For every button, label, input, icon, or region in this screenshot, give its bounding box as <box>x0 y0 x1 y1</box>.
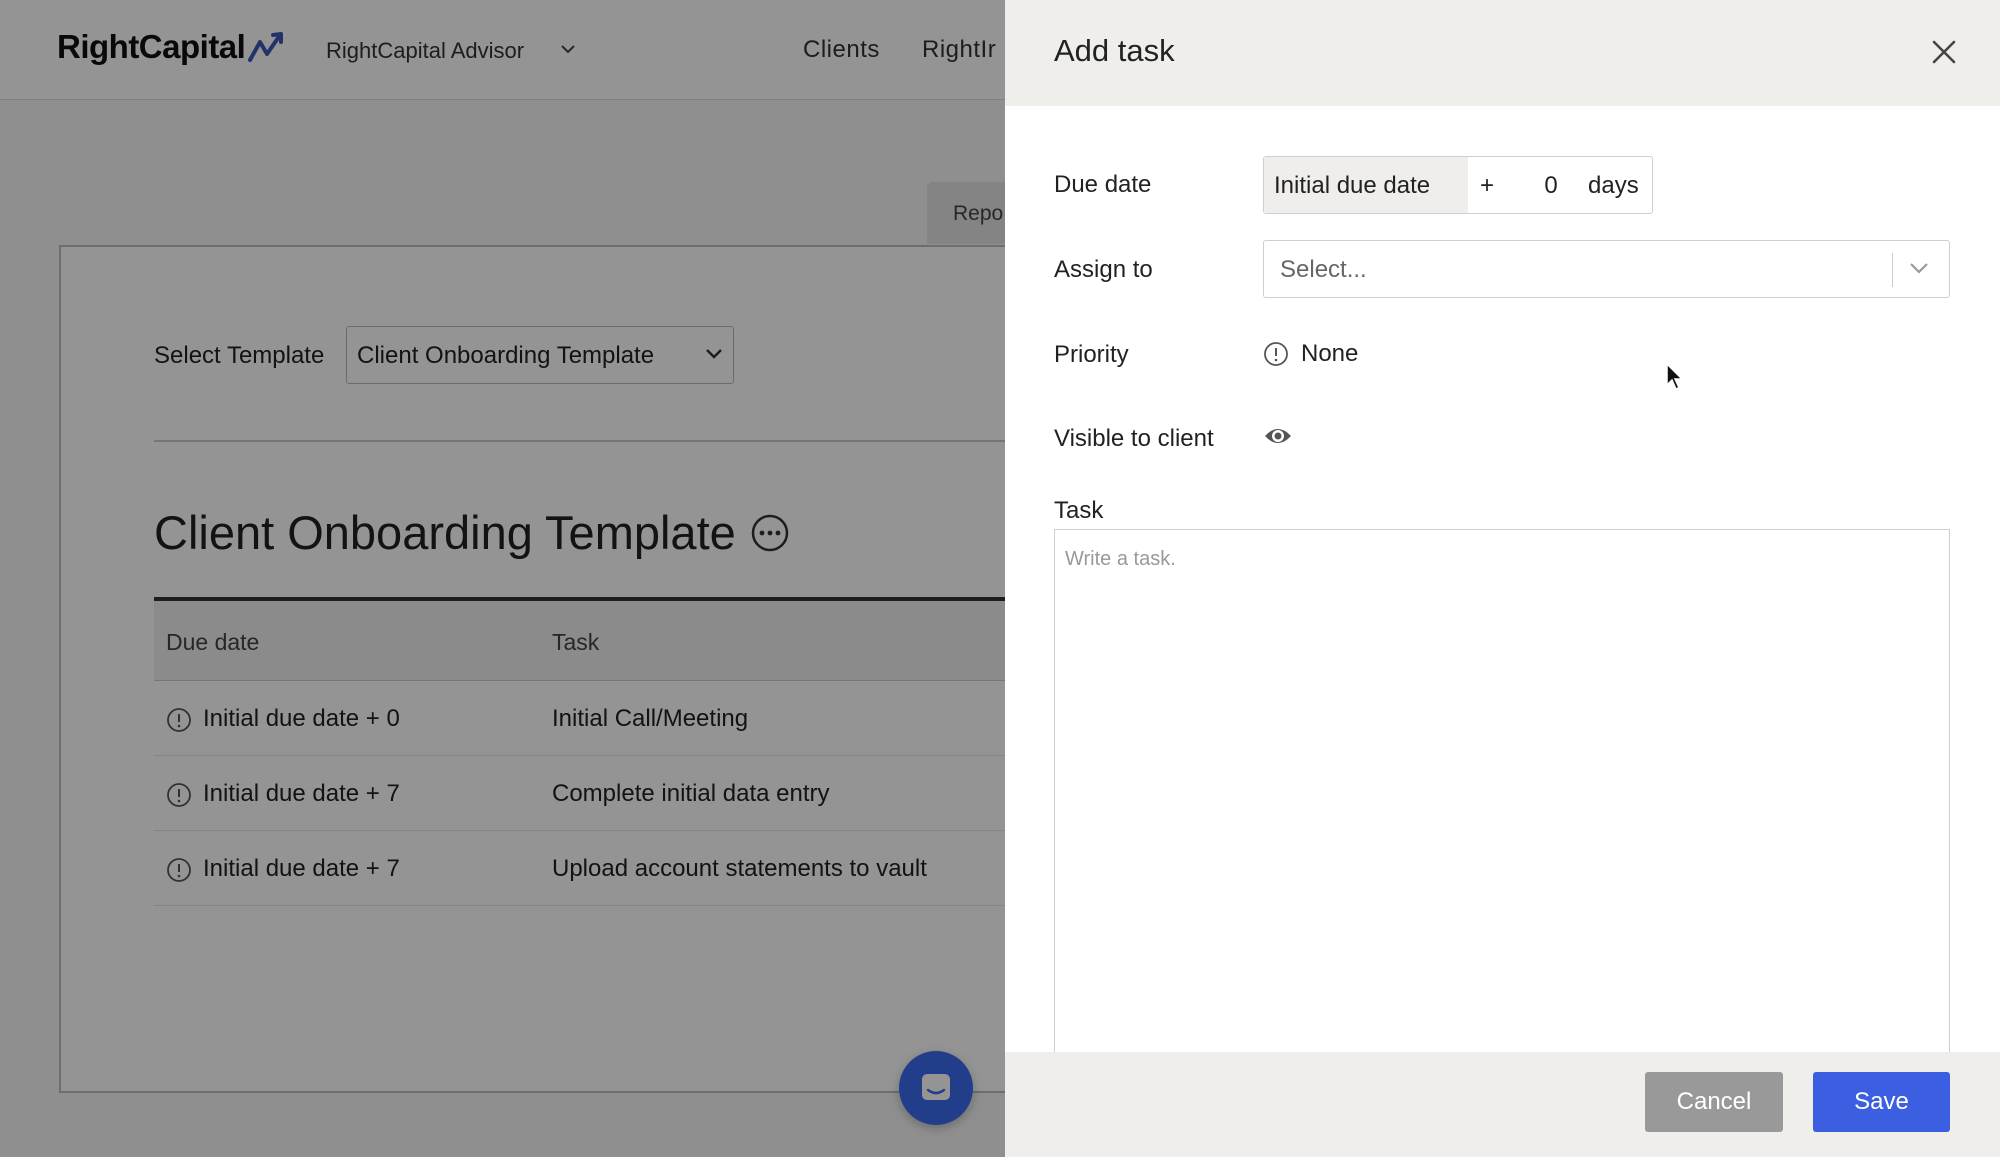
screen: RightCapital RightCapital Advisor Client… <box>0 0 2000 1157</box>
eye-icon[interactable] <box>1263 424 1293 448</box>
due-date-label: Due date <box>1054 171 1152 198</box>
due-date-field: Initial due date + days <box>1263 156 1653 214</box>
cancel-button[interactable]: Cancel <box>1645 1072 1783 1132</box>
assign-to-placeholder: Select... <box>1280 256 1367 283</box>
priority-value: None <box>1301 340 1359 367</box>
modal-overlay[interactable] <box>0 0 1005 1157</box>
task-textarea[interactable] <box>1054 529 1950 1052</box>
due-date-operator: + <box>1480 172 1495 199</box>
add-task-drawer: Add task Due date Initial due date + day… <box>1005 0 2000 1157</box>
visible-to-client-label: Visible to client <box>1054 425 1214 452</box>
assign-to-select[interactable]: Select... <box>1263 240 1950 298</box>
priority-selector[interactable]: None <box>1263 340 1358 368</box>
chevron-down-icon[interactable] <box>1909 261 1929 275</box>
close-icon[interactable] <box>1928 36 1960 68</box>
task-label: Task <box>1054 497 1104 524</box>
save-button[interactable]: Save <box>1813 1072 1950 1132</box>
mouse-cursor-icon <box>1666 362 1684 391</box>
select-separator <box>1892 253 1893 287</box>
assign-to-label: Assign to <box>1054 256 1153 283</box>
drawer-header: Add task <box>1005 0 2000 106</box>
drawer-title: Add task <box>1054 33 1175 68</box>
due-date-base: Initial due date <box>1264 157 1468 213</box>
due-date-unit: days <box>1588 172 1639 199</box>
drawer-footer: Cancel Save <box>1005 1052 2000 1157</box>
background-app: RightCapital RightCapital Advisor Client… <box>0 0 1005 1157</box>
exclamation-circle-icon <box>1264 342 1288 366</box>
due-date-offset-input[interactable] <box>1526 167 1576 205</box>
priority-label: Priority <box>1054 341 1129 368</box>
